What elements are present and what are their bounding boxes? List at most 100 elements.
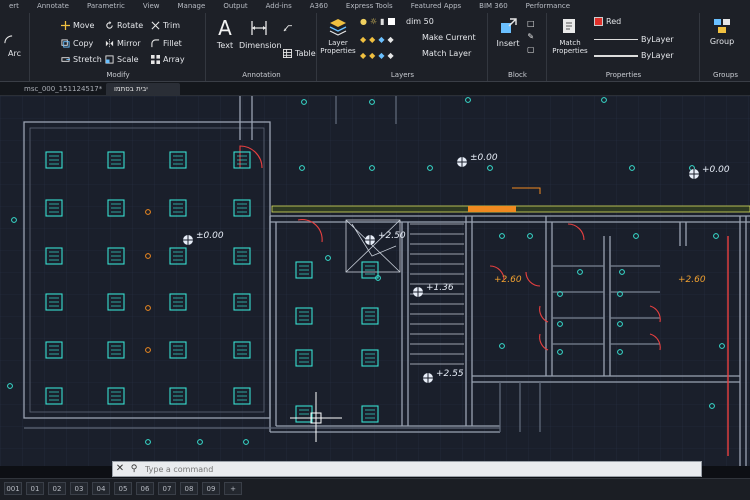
table-icon	[283, 49, 292, 58]
annotation-panel: A Text Dimension Table Annotation	[207, 13, 317, 81]
array-label: Array	[163, 55, 185, 64]
ribbon-tab[interactable]: ert	[0, 0, 28, 12]
mirror-icon	[105, 39, 114, 48]
level-mark-text: +1.36	[426, 283, 454, 293]
create-block-icon[interactable]: □	[527, 19, 535, 28]
table-label: Table	[295, 49, 316, 58]
copy-label: Copy	[73, 39, 94, 48]
current-layer-dropdown[interactable]: dim 50	[406, 17, 434, 26]
ribbon-tab-bar: ert Annotate Parametric View Manage Outp…	[0, 0, 750, 12]
file-tab-active[interactable]: יבית בסתמו	[106, 83, 180, 95]
layer-unlock-icon[interactable]: ◆	[369, 51, 375, 60]
ribbon-tab[interactable]: Express Tools	[337, 0, 402, 12]
rotate-label: Rotate	[117, 21, 144, 30]
layout-tab[interactable]: 07	[158, 482, 176, 495]
insert-button[interactable]: Insert	[493, 17, 523, 48]
layer-prev-icon[interactable]: ◆	[387, 51, 393, 60]
match-layer-button[interactable]: Match Layer	[422, 49, 471, 58]
properties-panel-label[interactable]: Properties	[548, 71, 699, 79]
dimension-label: Dimension	[239, 41, 282, 50]
color-dropdown[interactable]: Red	[594, 17, 621, 26]
add-layout-button[interactable]: +	[224, 482, 242, 495]
block-panel-label[interactable]: Block	[489, 71, 546, 79]
layout-tab[interactable]: 02	[48, 482, 66, 495]
arc-button[interactable]	[4, 35, 13, 44]
copy-button[interactable]: Copy	[61, 39, 93, 48]
scale-button[interactable]: Scale	[105, 55, 139, 64]
move-button[interactable]: Move	[61, 21, 94, 30]
linetype-dropdown[interactable]: ByLayer	[594, 35, 674, 44]
fillet-button[interactable]: Fillet	[151, 39, 182, 48]
layer-tools-row: ◆ ◆ ◆ ◆	[360, 35, 394, 44]
layout-tab[interactable]: 06	[136, 482, 154, 495]
layer-off-icon[interactable]: ◆	[369, 35, 375, 44]
match-properties-button[interactable]: Match Properties	[550, 17, 590, 55]
layout-tab[interactable]: 09	[202, 482, 220, 495]
ribbon-tab[interactable]: Add-ins	[257, 0, 301, 12]
floor-plan-drawing[interactable]: ±0.00 ±0.00 +0.00 +2.50 +1.36 +2.55 +2.6…	[0, 96, 750, 466]
bulb-icon[interactable]: ●	[360, 17, 367, 26]
group-button[interactable]: Group	[705, 17, 739, 46]
edit-block-icon[interactable]: ✎	[527, 32, 534, 41]
ribbon-tab[interactable]: BIM 360	[470, 0, 517, 12]
array-button[interactable]: Array	[151, 55, 185, 64]
block-attr-icon[interactable]: ▢	[527, 45, 535, 54]
sun-icon[interactable]: ☼	[370, 17, 377, 26]
layout-tab[interactable]: 03	[70, 482, 88, 495]
modify-panel-label[interactable]: Modify	[31, 71, 205, 79]
layout-tab[interactable]: 001	[4, 482, 22, 495]
color-swatch-icon[interactable]	[387, 18, 395, 25]
draw-panel: Arc	[0, 13, 30, 81]
close-icon[interactable]: ✕	[113, 462, 127, 476]
layer-lock-icon[interactable]: ◆	[360, 51, 366, 60]
file-tab[interactable]: msc_000_151124517*	[16, 83, 110, 95]
layer-freeze-icon[interactable]: ◆	[378, 35, 384, 44]
layout-tab[interactable]: 01	[26, 482, 44, 495]
linetype-sample	[594, 39, 638, 40]
drawing-canvas[interactable]: ±0.00 ±0.00 +0.00 +2.50 +1.36 +2.55 +2.6…	[0, 96, 750, 466]
level-mark-text: +2.60	[494, 275, 522, 285]
command-input[interactable]	[141, 463, 701, 475]
ribbon-tab[interactable]: Performance	[517, 0, 579, 12]
dimension-button[interactable]: Dimension	[239, 17, 282, 50]
ribbon-tab[interactable]: Manage	[169, 0, 215, 12]
stretch-button[interactable]: Stretch	[61, 55, 102, 64]
layout-tab[interactable]: 05	[114, 482, 132, 495]
layout-tab[interactable]: 04	[92, 482, 110, 495]
trim-label: Trim	[163, 21, 181, 30]
trim-button[interactable]: Trim	[151, 21, 180, 30]
table-button[interactable]: Table	[283, 49, 316, 58]
mirror-label: Mirror	[117, 39, 141, 48]
ribbon-tab[interactable]: Featured Apps	[402, 0, 470, 12]
layout-tab[interactable]: 08	[180, 482, 198, 495]
ribbon-tab[interactable]: Parametric	[78, 0, 134, 12]
text-icon: A	[218, 16, 232, 40]
lineweight-dropdown[interactable]: ByLayer	[594, 51, 674, 60]
trim-icon	[151, 21, 160, 30]
ribbon-tab[interactable]: View	[134, 0, 169, 12]
layers-panel-label[interactable]: Layers	[318, 71, 487, 79]
groups-panel-label[interactable]: Groups	[701, 71, 750, 79]
layer-isolate-icon[interactable]: ◆	[360, 35, 366, 44]
layers-panel: Layer Properties ● ☼ ▮ dim 50 ◆ ◆ ◆ ◆ Ma…	[318, 13, 488, 81]
layer-match-icon[interactable]: ◆	[378, 51, 384, 60]
make-current-button[interactable]: Make Current	[422, 33, 476, 42]
leader-button[interactable]	[283, 23, 292, 32]
lock-icon[interactable]: ▮	[380, 17, 384, 26]
layer-properties-label: Layer Properties	[320, 39, 356, 55]
lineweight-value: ByLayer	[641, 51, 674, 60]
search-icon[interactable]: ⚲	[127, 462, 141, 476]
ribbon-tab[interactable]: Annotate	[28, 0, 78, 12]
layer-walk-icon[interactable]: ◆	[387, 35, 393, 44]
text-button[interactable]: A Text	[213, 17, 237, 50]
annotation-panel-label[interactable]: Annotation	[207, 71, 316, 79]
mirror-button[interactable]: Mirror	[105, 39, 141, 48]
layer-tools-row-2: ◆ ◆ ◆ ◆	[360, 51, 394, 60]
ribbon-tab[interactable]: A360	[301, 0, 337, 12]
rotate-button[interactable]: Rotate	[105, 21, 143, 30]
layer-properties-button[interactable]: Layer Properties	[318, 17, 358, 55]
ribbon-tab[interactable]: Output	[214, 0, 256, 12]
level-mark-text: +0.00	[702, 165, 730, 175]
layer-state-icons: ● ☼ ▮	[360, 17, 395, 26]
arc-icon	[4, 35, 13, 44]
